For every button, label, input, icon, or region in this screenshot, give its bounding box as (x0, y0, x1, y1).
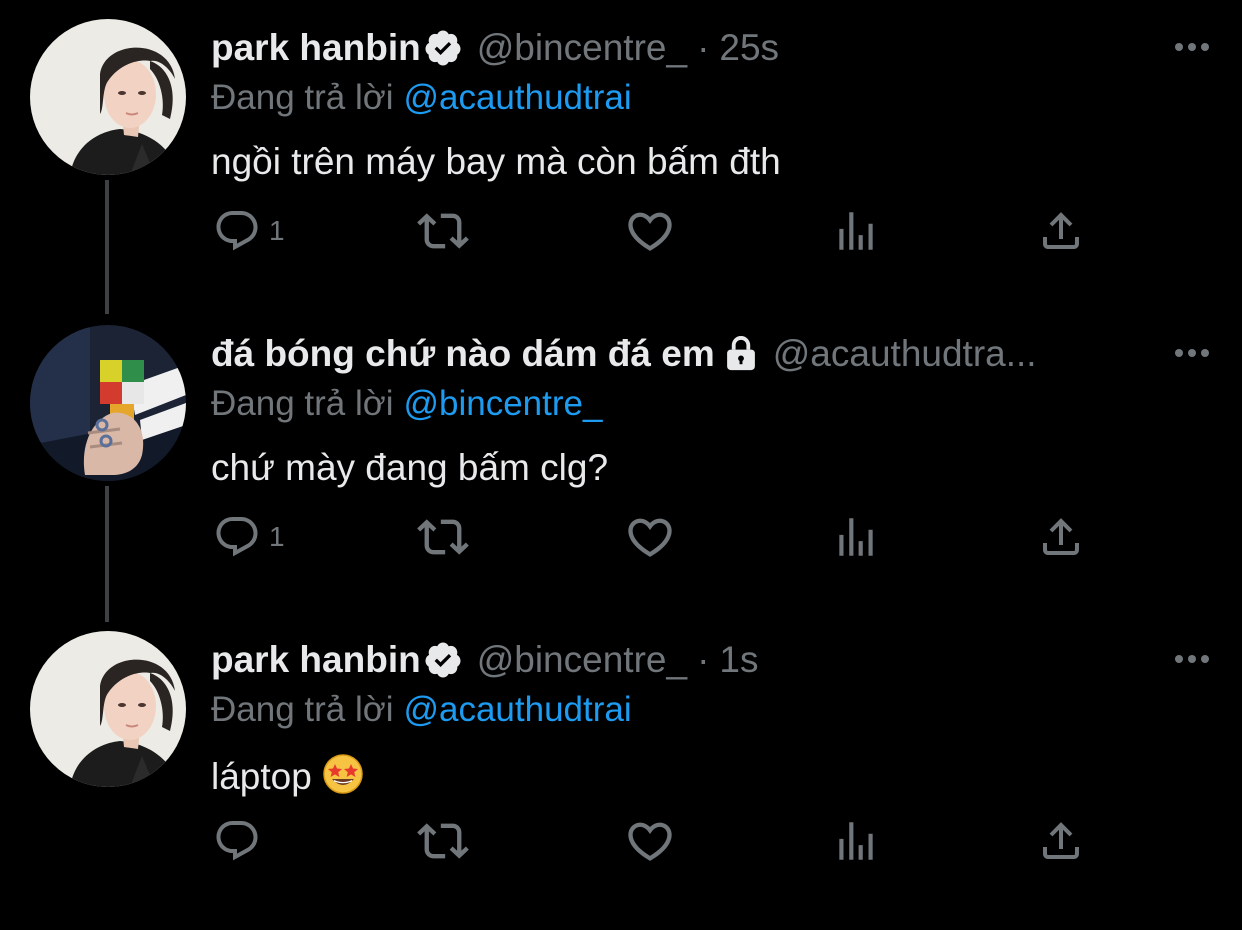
retweet-icon (417, 815, 469, 867)
separator-dot: · (697, 639, 710, 680)
tweet[interactable]: đá bóng chứ nào dám đá em @acauthudtra..… (0, 306, 1242, 612)
like-icon (624, 511, 676, 563)
user-handle[interactable]: @acauthudtra... (773, 333, 1037, 375)
views-button[interactable] (831, 512, 881, 562)
reply-count: 1 (269, 521, 285, 552)
tweet[interactable]: park hanbin @bincentre_ · 25s Đang trả l… (0, 0, 1242, 306)
mention-link[interactable]: @acauthudtrai (403, 78, 631, 117)
mention-link[interactable]: @bincentre_ (403, 384, 602, 423)
reply-button[interactable] (213, 816, 269, 866)
share-button[interactable] (1037, 206, 1085, 256)
more-icon[interactable] (1172, 642, 1212, 676)
like-icon (624, 205, 676, 257)
reply-icon (213, 817, 261, 865)
avatar[interactable] (30, 19, 186, 175)
tweet[interactable]: park hanbin @bincentre_ · 1s Đang trả lờ… (0, 612, 1242, 918)
tweet-text-container: láptop (211, 753, 364, 798)
tweet-text: láptop (211, 756, 312, 797)
timestamp[interactable]: 25s (719, 27, 779, 69)
replying-to: Đang trả lời @acauthudtrai (211, 78, 632, 118)
like-button[interactable] (624, 206, 676, 256)
replying-to: Đang trả lời @acauthudtrai (211, 690, 632, 730)
verified-badge-icon (423, 28, 463, 68)
lock-icon (723, 335, 759, 373)
timestamp[interactable]: 1s (719, 639, 758, 681)
reply-icon (213, 513, 261, 561)
retweet-button[interactable] (417, 206, 469, 256)
tweet-header: park hanbin @bincentre_ · 25s (211, 24, 779, 72)
more-icon[interactable] (1172, 30, 1212, 64)
views-icon (831, 816, 881, 866)
user-handle[interactable]: @bincentre_ (477, 27, 687, 69)
user-handle[interactable]: @bincentre_ (477, 639, 687, 681)
avatar[interactable] (30, 325, 186, 481)
star-struck-emoji-icon (323, 754, 363, 794)
display-name[interactable]: park hanbin (211, 27, 421, 69)
like-icon (624, 815, 676, 867)
share-icon (1037, 513, 1085, 561)
share-icon (1037, 817, 1085, 865)
verified-badge-icon (423, 640, 463, 680)
like-button[interactable] (624, 816, 676, 866)
display-name[interactable]: park hanbin (211, 639, 421, 681)
mention-link[interactable]: @acauthudtrai (403, 690, 631, 729)
replying-to: Đang trả lời @bincentre_ (211, 384, 602, 424)
display-name[interactable]: đá bóng chứ nào dám đá em (211, 333, 715, 375)
views-button[interactable] (831, 206, 881, 256)
retweet-button[interactable] (417, 512, 469, 562)
retweet-button[interactable] (417, 816, 469, 866)
reply-button[interactable]: 1 (213, 512, 285, 562)
reply-icon (213, 207, 261, 255)
more-icon[interactable] (1172, 336, 1212, 370)
retweet-icon (417, 511, 469, 563)
avatar[interactable] (30, 631, 186, 787)
reply-count: 1 (269, 215, 285, 246)
tweet-text: ngồi trên máy bay mà còn bấm đth (211, 141, 781, 182)
tweet-text: chứ mày đang bấm clg? (211, 447, 609, 488)
reply-button[interactable]: 1 (213, 206, 285, 256)
replying-to-label: Đang trả lời (211, 384, 394, 423)
replying-to-label: Đang trả lời (211, 690, 394, 729)
tweet-header: đá bóng chứ nào dám đá em @acauthudtra..… (211, 330, 1037, 378)
like-button[interactable] (624, 512, 676, 562)
views-icon (831, 206, 881, 256)
views-button[interactable] (831, 816, 881, 866)
share-button[interactable] (1037, 816, 1085, 866)
replying-to-label: Đang trả lời (211, 78, 394, 117)
separator-dot: · (697, 27, 710, 68)
tweet-header: park hanbin @bincentre_ · 1s (211, 636, 758, 684)
retweet-icon (417, 205, 469, 257)
views-icon (831, 512, 881, 562)
share-icon (1037, 207, 1085, 255)
share-button[interactable] (1037, 512, 1085, 562)
